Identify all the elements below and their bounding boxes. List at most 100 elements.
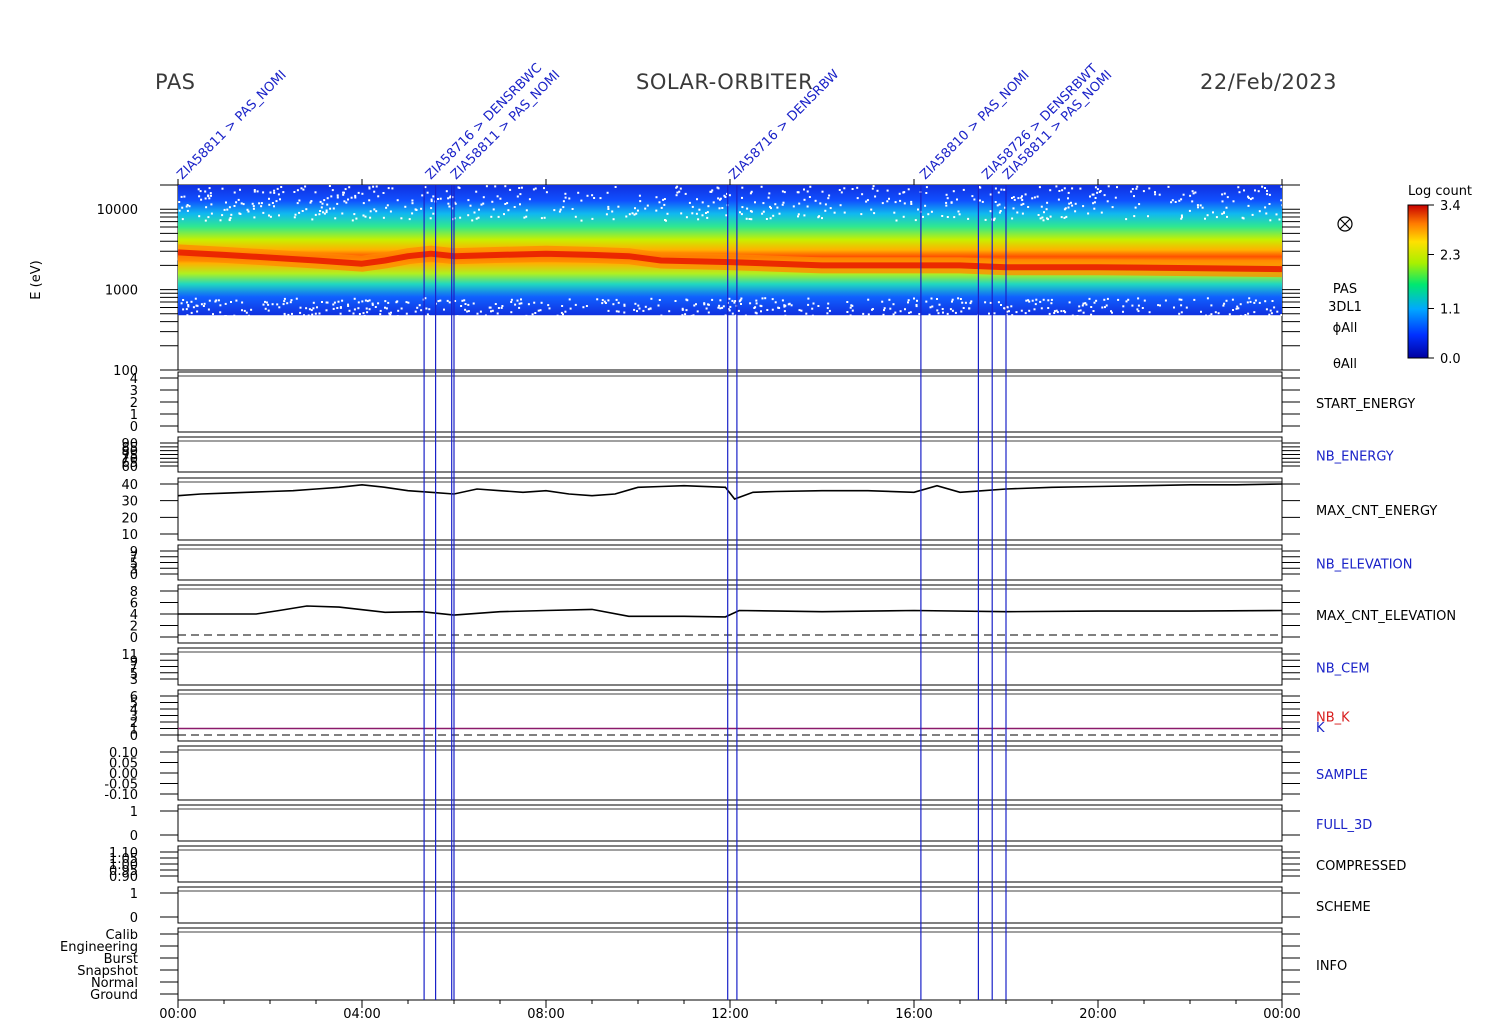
noise-pixel [518,187,521,189]
noise-pixel [221,187,224,190]
noise-pixel [684,192,687,195]
noise-pixel [1236,305,1239,308]
noise-pixel [384,300,387,303]
noise-pixel [548,307,551,310]
noise-pixel [942,311,944,314]
noise-pixel [282,303,285,306]
noise-pixel [387,187,390,190]
noise-pixel [348,186,351,189]
noise-pixel [504,185,507,188]
noise-pixel [350,196,353,199]
noise-pixel [846,301,849,303]
noise-pixel [586,194,589,197]
noise-pixel [1008,310,1010,313]
noise-pixel [1039,300,1042,303]
panel-label: NB_CEM [1316,662,1370,677]
noise-pixel [446,299,449,302]
noise-pixel [342,193,345,196]
noise-pixel [447,202,450,205]
noise-pixel [1154,191,1156,194]
noise-pixel [190,300,193,303]
noise-pixel [1222,304,1225,307]
noise-pixel [1063,216,1066,219]
noise-pixel [658,201,661,204]
noise-pixel [717,306,720,309]
noise-pixel [391,187,394,190]
noise-pixel [344,188,347,191]
noise-pixel [362,214,365,217]
noise-pixel [226,208,229,211]
noise-pixel [353,297,356,300]
noise-pixel [741,206,744,209]
noise-pixel [1060,310,1063,313]
noise-pixel [1027,206,1030,208]
panel-frame [177,544,1283,581]
noise-pixel [1239,314,1242,317]
noise-pixel [262,191,265,194]
noise-pixel [1232,309,1234,311]
noise-pixel [310,309,313,312]
noise-pixel [893,211,896,214]
noise-pixel [375,185,378,188]
noise-pixel [1137,304,1140,307]
noise-pixel [936,298,938,300]
noise-pixel [188,205,191,208]
noise-pixel [840,191,843,194]
noise-pixel [1131,304,1134,307]
noise-pixel [518,302,521,305]
noise-pixel [1011,314,1014,317]
noise-pixel [337,300,340,303]
noise-pixel [803,188,805,191]
noise-pixel [1138,203,1141,206]
noise-pixel [989,193,992,196]
noise-pixel [1226,215,1228,218]
noise-pixel [520,186,523,189]
noise-pixel [684,313,687,316]
noise-pixel [518,306,521,309]
noise-pixel [556,314,559,317]
noise-pixel [1189,194,1192,197]
x-tick-label: 12:00 [711,1007,748,1020]
colorbar-tick-label: 1.1 [1440,303,1461,318]
spectrogram-band [178,185,1282,316]
noise-pixel [1226,196,1229,199]
noise-pixel [519,203,521,206]
noise-pixel [1076,315,1079,317]
noise-pixel [807,297,810,300]
noise-pixel [712,201,715,204]
noise-pixel [1043,211,1045,214]
noise-pixel [924,204,927,207]
panel-label: COMPRESSED [1316,859,1406,874]
noise-pixel [186,301,188,304]
noise-pixel [1191,200,1194,203]
noise-pixel [1060,216,1063,219]
noise-pixel [230,213,233,216]
noise-pixel [958,213,961,216]
noise-pixel [960,310,963,313]
noise-pixel [368,199,371,202]
noise-pixel [353,308,356,311]
noise-pixel [283,314,286,317]
panel-y-tick-label: 0 [130,729,138,744]
noise-pixel [186,209,189,212]
noise-pixel [388,312,391,315]
panel-y-tick-label: Ground [90,988,138,1003]
noise-pixel [283,297,286,300]
noise-pixel [628,213,631,216]
noise-pixel [1266,189,1268,192]
noise-pixel [617,301,620,304]
noise-pixel [1258,210,1261,213]
noise-pixel [361,192,364,195]
noise-pixel [500,306,503,309]
noise-pixel [469,204,472,207]
noise-pixel [364,215,367,218]
panel-y-tick-label: 0 [130,568,138,583]
noise-pixel [321,301,323,303]
noise-pixel [998,203,1001,206]
noise-pixel [1011,197,1013,199]
noise-pixel [800,309,803,312]
noise-pixel [205,206,208,209]
noise-pixel [1063,187,1066,190]
noise-pixel [1238,191,1241,194]
noise-pixel [803,198,806,201]
